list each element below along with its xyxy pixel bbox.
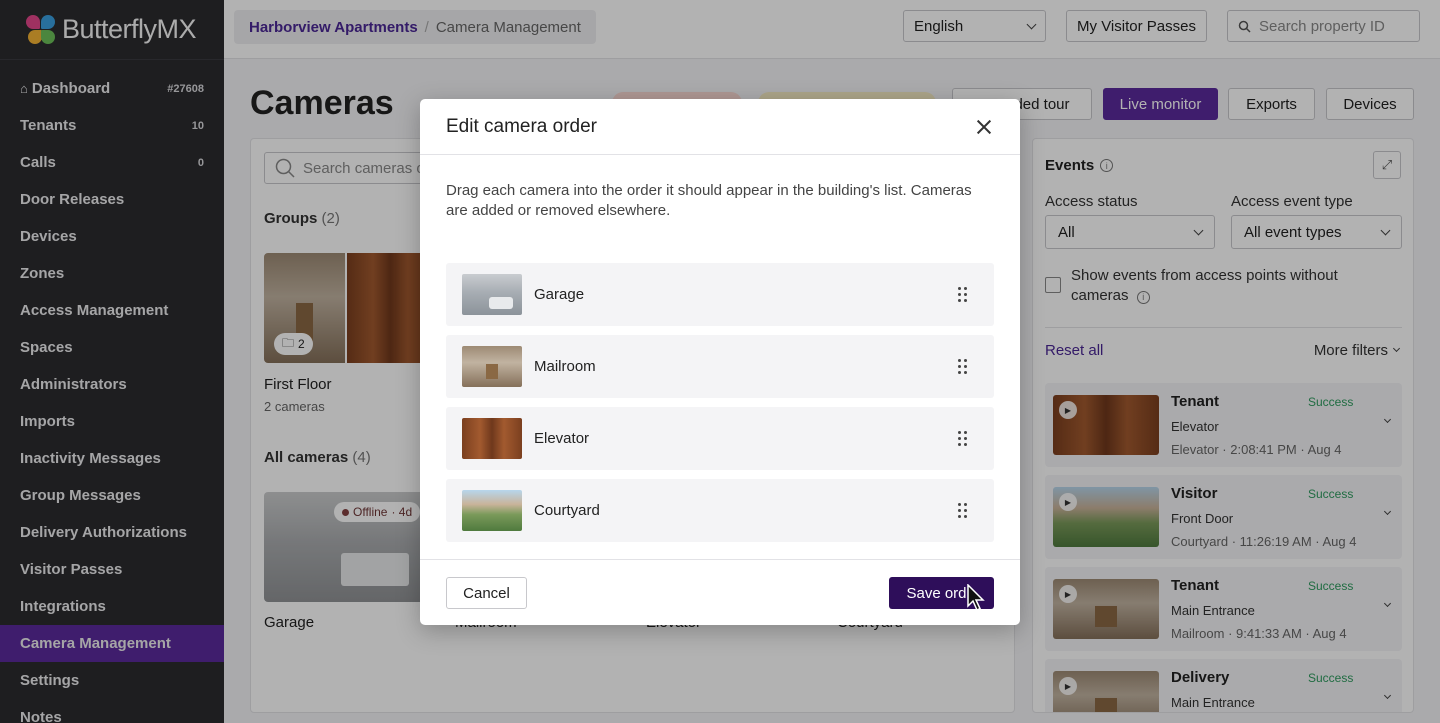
dialog-footer: Cancel Save ord [420,559,1020,625]
camera-order-item[interactable]: Mailroom [446,335,994,398]
save-order-label: Save ord [906,584,967,602]
edit-camera-order-dialog: Edit camera order Drag each camera into … [420,99,1020,625]
dialog-title: Edit camera order [446,115,598,137]
camera-order-item[interactable]: Elevator [446,407,994,470]
camera-thumbnail [462,490,522,531]
camera-order-item[interactable]: Garage [446,263,994,326]
camera-order-name: Courtyard [534,502,600,519]
camera-thumbnail [462,346,522,387]
dialog-description: Drag each camera into the order it shoul… [446,182,972,219]
camera-order-list: Garage Mailroom Elevator Courtyard [446,263,994,551]
drag-handle-icon[interactable] [958,359,967,374]
drag-handle-icon[interactable] [958,503,967,518]
dialog-header: Edit camera order [420,99,1020,155]
camera-order-item[interactable]: Courtyard [446,479,994,542]
camera-thumbnail [462,418,522,459]
close-icon[interactable] [974,117,994,137]
camera-thumbnail [462,274,522,315]
camera-order-name: Mailroom [534,358,596,375]
mouse-cursor-icon [967,584,985,612]
camera-order-name: Garage [534,286,585,303]
camera-order-name: Elevator [534,430,590,447]
drag-handle-icon[interactable] [958,287,967,302]
drag-handle-icon[interactable] [958,431,967,446]
cancel-button[interactable]: Cancel [446,577,527,609]
